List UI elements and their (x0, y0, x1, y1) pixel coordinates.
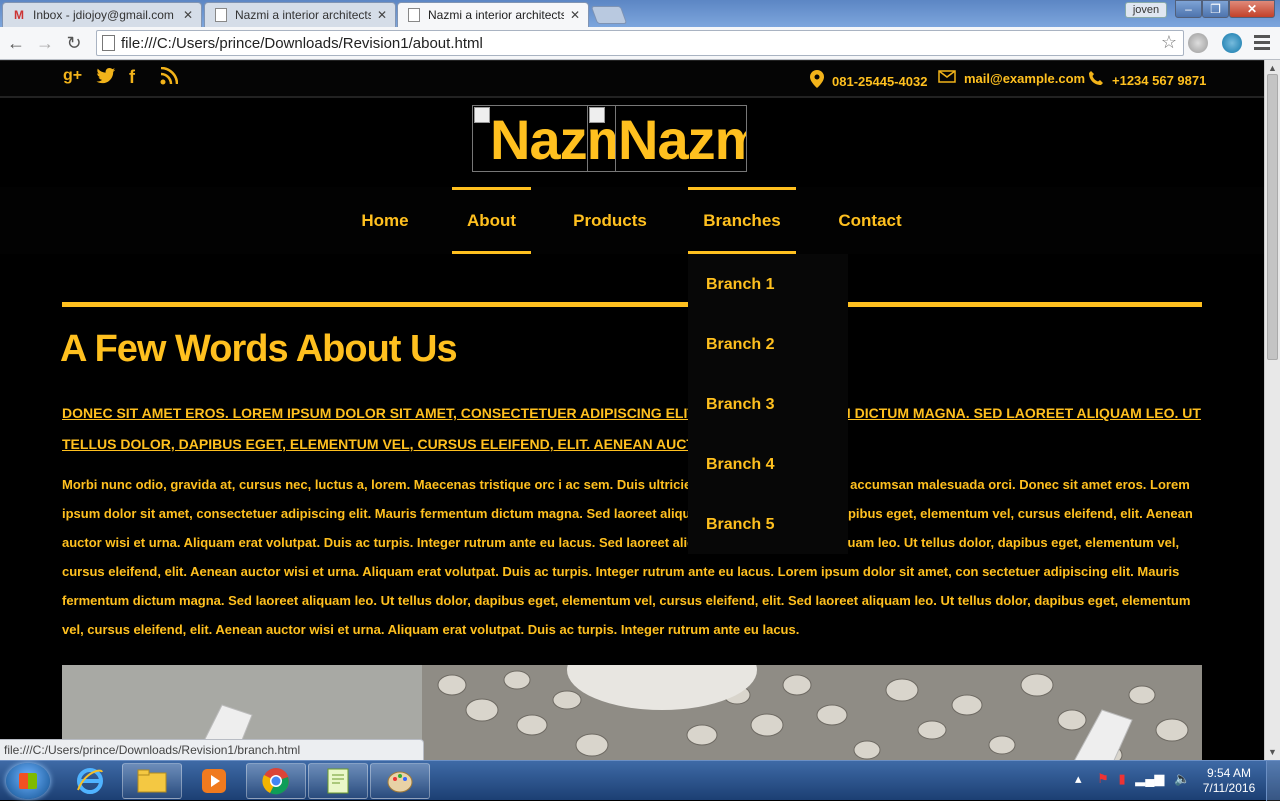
extension-icon[interactable] (1188, 33, 1208, 53)
nav-home[interactable]: Home (344, 187, 426, 254)
broken-image-icon (589, 107, 605, 123)
dropdown-item-branch-3[interactable]: Branch 3 (706, 396, 774, 414)
close-window-button[interactable]: ✕ (1229, 0, 1275, 18)
dropdown-item-branch-2[interactable]: Branch 2 (706, 336, 774, 354)
start-button[interactable] (6, 763, 50, 799)
dropdown-item-branch-1[interactable]: Branch 1 (706, 276, 774, 294)
branches-dropdown: Branch 1 Branch 2 Branch 3 Branch 4 Bran… (688, 254, 848, 554)
internet-explorer-icon[interactable] (60, 763, 120, 799)
chrome-icon[interactable] (246, 763, 306, 799)
show-desktop-button[interactable] (1266, 761, 1280, 801)
tab-nazmi-2[interactable]: Nazmi a interior architects ✕ (397, 2, 589, 27)
paint-icon[interactable] (370, 763, 430, 799)
close-icon[interactable]: ✕ (377, 8, 387, 22)
envelope-icon (938, 70, 956, 87)
contact-phone-landline: 081-25445-4032 (810, 70, 927, 92)
tab-gmail[interactable]: M Inbox - jdiojoy@gmail.com ✕ (2, 2, 202, 27)
broken-image-icon (474, 107, 490, 123)
close-icon[interactable]: ✕ (570, 8, 580, 22)
user-badge[interactable]: joven (1125, 2, 1167, 18)
nav-branches[interactable]: Branches (688, 187, 796, 254)
logo-image-broken[interactable]: Nazmi (587, 106, 746, 171)
windows-taskbar: ▴ ⚑ ▮ ▂▄▆ 🔈 9:54 AM 7/11/2016 (0, 760, 1280, 801)
nav-about[interactable]: About (452, 187, 531, 254)
minimize-button[interactable]: – (1175, 0, 1202, 18)
system-tray: ▴ ⚑ ▮ ▂▄▆ 🔈 (1075, 771, 1190, 787)
google-plus-icon[interactable]: g+ (63, 67, 82, 85)
top-contact-bar: g+ f 081-25445-4032 mail@example.com +12… (0, 60, 1264, 98)
body-paragraph: Morbi nunc odio, gravida at, cursus nec,… (62, 477, 1193, 637)
volume-icon[interactable]: 🔈 (1174, 771, 1190, 786)
main-nav: Home About Products Branches Contact (0, 187, 1264, 254)
status-bar-url: file:///C:/Users/prince/Downloads/Revisi… (0, 739, 424, 760)
extension-icon[interactable] (1222, 33, 1242, 53)
scrollbar-thumb[interactable] (1267, 74, 1278, 360)
twitter-icon[interactable] (96, 67, 116, 90)
section-divider (62, 302, 1202, 307)
page-icon (406, 7, 422, 23)
tab-strip: M Inbox - jdiojoy@gmail.com ✕ Nazmi a in… (0, 0, 1280, 27)
url-text[interactable]: file:///C:/Users/prince/Downloads/Revisi… (121, 35, 483, 52)
page-icon (213, 7, 229, 23)
dropdown-item-branch-5[interactable]: Branch 5 (706, 516, 774, 534)
page-scrollbar[interactable]: ▲ ▼ (1264, 60, 1280, 760)
lead-paragraph-link[interactable]: Donec sit amet eros. Lorem ipsum dolor s… (62, 398, 1202, 460)
tray-expand-icon[interactable]: ▴ (1075, 771, 1082, 786)
page-viewport: g+ f 081-25445-4032 mail@example.com +12… (0, 60, 1264, 760)
power-icon[interactable]: ▮ (1118, 771, 1125, 786)
maximize-button[interactable]: ❐ (1202, 0, 1229, 18)
browser-toolbar: ← → ↻ file:///C:/Users/prince/Downloads/… (0, 27, 1280, 60)
facebook-icon[interactable]: f (129, 67, 135, 88)
file-explorer-icon[interactable] (122, 763, 182, 799)
nav-contact[interactable]: Contact (822, 187, 918, 254)
dropdown-item-branch-4[interactable]: Branch 4 (706, 456, 774, 474)
page-icon (102, 35, 115, 51)
site-logo[interactable]: Nazmi Nazmi (472, 105, 747, 172)
reload-icon[interactable]: ↻ (62, 32, 86, 56)
contact-phone-mobile: +1234 567 9871 (1088, 70, 1206, 90)
rss-icon[interactable] (160, 66, 179, 90)
action-center-flag-icon[interactable]: ⚑ (1097, 771, 1109, 786)
phone-icon (1088, 70, 1104, 90)
scroll-up-icon[interactable]: ▲ (1268, 63, 1277, 73)
back-arrow-icon[interactable]: ← (4, 32, 28, 56)
bookmark-star-icon[interactable]: ☆ (1161, 32, 1177, 53)
tab-nazmi-1[interactable]: Nazmi a interior architects ✕ (204, 2, 396, 27)
address-bar[interactable]: file:///C:/Users/prince/Downloads/Revisi… (96, 30, 1184, 56)
contact-email: mail@example.com (938, 70, 1085, 87)
taskbar-clock[interactable]: 9:54 AM 7/11/2016 (1200, 766, 1258, 796)
menu-icon[interactable] (1254, 35, 1270, 53)
new-tab-button[interactable] (590, 6, 628, 24)
media-player-icon[interactable] (184, 763, 244, 799)
page-heading: A Few Words About Us (60, 328, 458, 370)
nav-products[interactable]: Products (556, 187, 664, 254)
forward-arrow-icon[interactable]: → (33, 32, 57, 56)
close-icon[interactable]: ✕ (183, 8, 193, 22)
scroll-down-icon[interactable]: ▼ (1268, 747, 1277, 757)
map-pin-icon (810, 70, 824, 92)
gmail-icon: M (14, 8, 24, 22)
network-signal-icon[interactable]: ▂▄▆ (1135, 771, 1164, 786)
notepad-plus-plus-icon[interactable] (308, 763, 368, 799)
